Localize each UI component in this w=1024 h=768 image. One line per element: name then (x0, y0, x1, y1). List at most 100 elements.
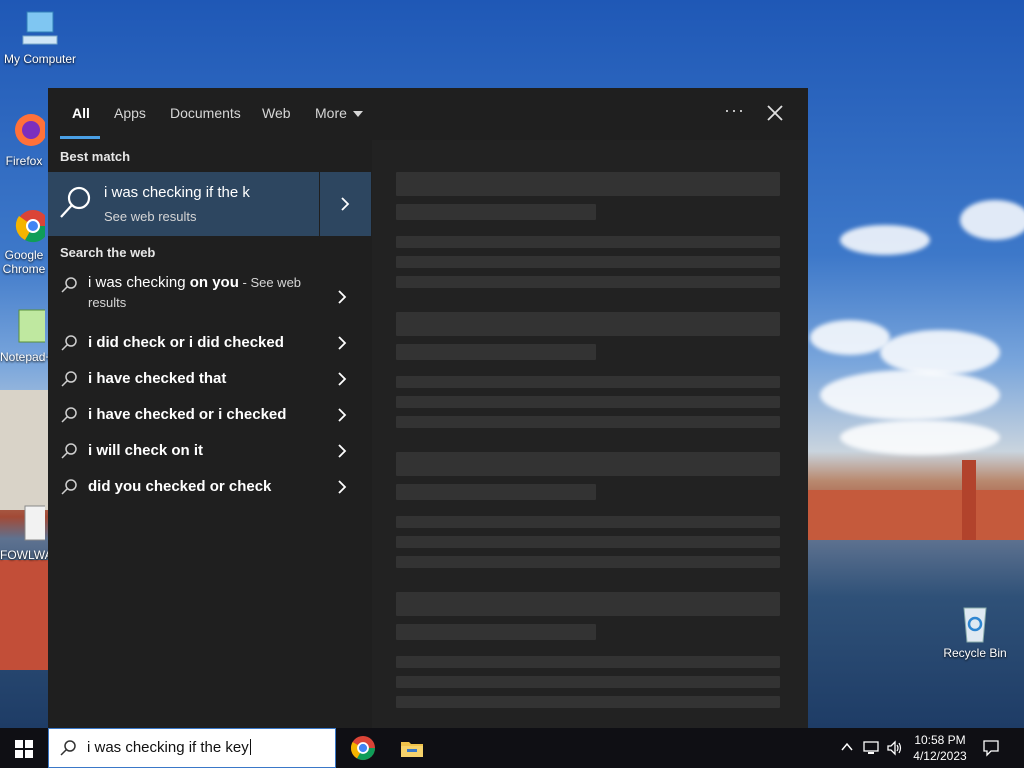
close-icon[interactable] (764, 102, 786, 124)
desktop-icon-label: Google Chrome (2, 248, 46, 276)
search-tabs: All Apps Documents Web More ··· (48, 88, 808, 140)
cloud (880, 330, 1000, 375)
tab-more-label: More (315, 105, 347, 121)
suggestion-item[interactable]: i have checked or i checked (48, 398, 370, 432)
chevron-right-icon (338, 336, 347, 350)
loading-placeholder (396, 536, 780, 548)
tab-apps[interactable]: Apps (114, 105, 146, 121)
chevron-right-icon (338, 480, 347, 494)
best-match-item[interactable]: i was checking if the k See web results (48, 172, 371, 236)
folder-icon (401, 742, 423, 757)
desktop-icon-label: My Computer (3, 52, 77, 66)
search-input-value: i was checking if the key (87, 739, 249, 756)
tab-all[interactable]: All (72, 105, 90, 121)
building (0, 560, 48, 670)
cloud (840, 420, 1000, 455)
taskbar-file-explorer[interactable] (398, 734, 426, 762)
desktop-icon-chrome[interactable]: Google Chrome (0, 204, 48, 276)
loading-placeholder (396, 484, 596, 500)
document-icon (3, 504, 48, 546)
desktop-icon-label: Notepad++ (0, 350, 48, 364)
windows-logo-icon (15, 740, 33, 758)
suggestion-text: i will check on it (88, 442, 204, 459)
chevron-right-icon (338, 444, 347, 458)
suggestion-item[interactable]: i have checked that (48, 362, 370, 396)
text-cursor (249, 739, 251, 755)
chrome-icon (3, 204, 48, 246)
taskbar-chrome[interactable] (349, 734, 377, 762)
action-center-icon[interactable] (982, 739, 1000, 760)
cloud (960, 200, 1024, 240)
chevron-down-icon (352, 111, 363, 118)
desktop-icon-recycle-bin[interactable]: Recycle Bin (935, 602, 1015, 660)
search-icon (60, 740, 76, 756)
recycle-bin-icon (954, 602, 996, 644)
kremlin-wall (808, 490, 1024, 540)
loading-placeholder (396, 696, 780, 708)
loading-placeholder (396, 256, 780, 268)
taskbar-search-box[interactable]: i was checking if the key (48, 728, 336, 768)
desktop-icon-firefox[interactable]: Firefox (0, 110, 48, 168)
loading-placeholder (396, 676, 780, 688)
suggestion-prefix: i was checking (88, 274, 190, 291)
suggestion-bold: on you (189, 274, 239, 291)
kremlin-tower (962, 460, 976, 540)
loading-placeholder (396, 624, 596, 640)
desktop-icon-label: Recycle Bin (943, 646, 1007, 660)
desktop-icon-fowlway[interactable]: FOWLWAY (0, 504, 48, 562)
preview-pane (372, 140, 808, 728)
chrome-icon (350, 736, 375, 761)
desktop-icon-my-computer[interactable]: My Computer (0, 8, 80, 66)
loading-placeholder (396, 452, 780, 476)
loading-placeholder (396, 344, 596, 360)
loading-placeholder (396, 416, 780, 428)
chevron-right-icon (341, 197, 350, 211)
loading-placeholder (396, 376, 780, 388)
clock-time: 10:58 PM (914, 733, 966, 747)
search-icon (61, 443, 77, 459)
suggestion-text: did you checked or check (88, 478, 272, 495)
loading-placeholder (396, 656, 780, 668)
best-match-subtitle: See web results (104, 209, 197, 224)
best-match-open-button[interactable] (319, 172, 371, 236)
clock-date: 4/12/2023 (913, 749, 967, 763)
best-match-main[interactable]: i was checking if the k See web results (48, 172, 318, 236)
suggestion-item[interactable]: i was checking on you - See web results (48, 272, 370, 324)
search-icon (61, 277, 77, 293)
suggestion-text: i have checked that (88, 370, 227, 387)
loading-placeholder (396, 516, 780, 528)
search-icon (61, 479, 77, 495)
search-input[interactable]: i was checking if the key (87, 739, 251, 756)
ellipsis-icon[interactable]: ··· (724, 100, 745, 121)
cloud (840, 225, 930, 255)
tab-web[interactable]: Web (262, 105, 291, 121)
search-panel: All Apps Documents Web More ··· Best mat… (48, 88, 808, 728)
volume-icon[interactable] (886, 740, 904, 759)
tab-more[interactable]: More (315, 105, 363, 121)
tab-documents[interactable]: Documents (170, 105, 241, 121)
firefox-icon (3, 110, 47, 152)
suggestion-text: i have checked or i checked (88, 406, 287, 423)
loading-placeholder (396, 312, 780, 336)
suggestion-item[interactable]: did you checked or check (48, 470, 370, 504)
suggestion-item[interactable]: i did check or i did checked (48, 326, 370, 360)
best-match-title: i was checking if the k (104, 184, 250, 201)
cloud (810, 320, 890, 355)
search-icon (61, 371, 77, 387)
loading-placeholder (396, 556, 780, 568)
search-icon (61, 335, 77, 351)
start-button[interactable] (0, 728, 48, 768)
clock[interactable]: 10:58 PM 4/12/2023 (913, 732, 967, 764)
desktop-icon-label: FOWLWAY (0, 548, 48, 562)
chevron-up-icon (841, 742, 853, 751)
results-list: Best match i was checking if the k See w… (48, 140, 371, 728)
search-icon (60, 186, 91, 218)
building (0, 390, 48, 510)
loading-placeholder (396, 276, 780, 288)
chevron-right-icon (338, 372, 347, 386)
suggestion-text: i did check or i did checked (88, 334, 284, 351)
suggestion-item[interactable]: i will check on it (48, 434, 370, 468)
show-hidden-icons[interactable] (840, 740, 854, 757)
desktop-icon-notepad[interactable]: Notepad++ (0, 306, 48, 364)
network-icon[interactable] (862, 740, 880, 759)
